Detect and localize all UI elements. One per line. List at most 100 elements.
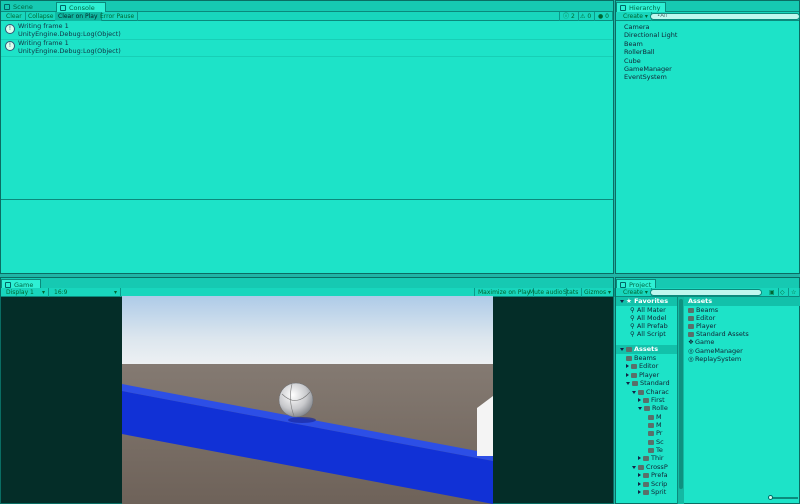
hierarchy-item-directional-light[interactable]: Directional Light xyxy=(624,31,677,39)
chevron-right-icon xyxy=(638,456,641,460)
info-toggle[interactable]: ⓘ 2 xyxy=(559,12,579,21)
favorite-item[interactable]: ⚲ All Prefab xyxy=(630,322,668,330)
chevron-down-icon xyxy=(632,466,636,469)
asset-item[interactable]: Beams xyxy=(688,306,718,314)
tab-scene[interactable]: Scene xyxy=(1,2,37,12)
warning-toggle[interactable]: ⚠ 0 xyxy=(577,12,596,21)
folder-icon xyxy=(643,456,649,461)
assets-tree-header[interactable]: Assets xyxy=(616,345,677,354)
project-tree: ★ Favorites ⚲ All Mater ⚲ All Model ⚲ Al… xyxy=(616,297,678,504)
ball-shadow xyxy=(288,417,316,423)
hierarchy-item-beam[interactable]: Beam xyxy=(624,40,643,48)
favorite-item[interactable]: ⚲ All Mater xyxy=(630,306,666,314)
favorite-item[interactable]: ⚲ All Model xyxy=(630,314,666,322)
asset-item[interactable]: ❖Game xyxy=(688,338,714,346)
collapse-button[interactable]: Collapse xyxy=(25,12,58,21)
asset-item[interactable]: ◎ReplaySystem xyxy=(688,355,741,363)
scrollbar-thumb[interactable] xyxy=(679,299,683,489)
tab-console[interactable]: Console xyxy=(56,2,106,12)
tree-item[interactable]: Thir xyxy=(638,454,664,462)
tree-item[interactable]: Rolle xyxy=(638,404,668,412)
chevron-right-icon xyxy=(626,373,629,377)
hierarchy-item-eventsystem[interactable]: EventSystem xyxy=(624,73,667,81)
tree-item[interactable]: Te xyxy=(648,446,663,454)
folder-icon xyxy=(648,448,654,453)
star-icon: ★ xyxy=(626,297,632,305)
hierarchy-item-cube[interactable]: Cube xyxy=(624,57,641,65)
favorites-header[interactable]: ★ Favorites xyxy=(616,297,677,306)
chevron-down-icon xyxy=(626,382,630,385)
folder-icon xyxy=(632,381,638,386)
project-toolbar: Create ▾ ▣ ◇ ☆ xyxy=(616,288,800,297)
stats-button[interactable]: Stats xyxy=(560,288,583,297)
aspect-select[interactable]: 16:9 ▾ xyxy=(51,288,121,297)
log-entry[interactable]: ! Writing frame 1 UnityEngine.Debug:Log(… xyxy=(1,38,613,57)
chevron-down-icon: ▾ xyxy=(113,289,117,296)
game-panel: Game Display 1 ▾ 16:9 ▾ Maximize on Play… xyxy=(0,277,616,504)
chevron-down-icon xyxy=(632,391,636,394)
hierarchy-panel: Hierarchy Create ▾ •All Camera Direction… xyxy=(615,0,800,274)
hierarchy-item-gamemanager[interactable]: GameManager xyxy=(624,65,672,73)
console-detail-divider[interactable] xyxy=(1,199,613,200)
assets-breadcrumb[interactable]: Assets xyxy=(684,297,800,306)
game-viewport[interactable] xyxy=(122,296,493,504)
csharp-script-icon: ◎ xyxy=(688,355,694,363)
create-button[interactable]: Create ▾ xyxy=(620,288,652,297)
gizmos-button[interactable]: Gizmos ▾ xyxy=(581,288,616,297)
folder-icon xyxy=(644,406,650,411)
error-pause-button[interactable]: Error Pause xyxy=(97,12,139,21)
folder-icon xyxy=(638,465,644,470)
chevron-down-icon: ▾ xyxy=(41,289,45,296)
tree-item[interactable]: M xyxy=(648,421,662,429)
chevron-down-icon: ▾ xyxy=(644,13,648,20)
filter-label-icon[interactable]: ◇ xyxy=(777,288,789,297)
icon-size-slider[interactable] xyxy=(768,495,798,500)
project-search-input[interactable] xyxy=(650,289,762,296)
search-icon: ⚲ xyxy=(630,322,635,330)
display-select[interactable]: Display 1 ▾ xyxy=(3,288,49,297)
folder-icon xyxy=(638,390,644,395)
chevron-right-icon xyxy=(638,398,641,402)
search-icon: ⚲ xyxy=(630,330,635,338)
tree-item[interactable]: Sc xyxy=(648,438,664,446)
tree-item[interactable]: First xyxy=(638,396,665,404)
assets-view: Assets Beams Editor Player Standard Asse… xyxy=(684,297,800,504)
hierarchy-search-input[interactable]: •All xyxy=(650,13,800,20)
tree-item[interactable]: Charac xyxy=(632,388,669,396)
folder-icon xyxy=(688,324,694,329)
hierarchy-item-rollerball[interactable]: RollerBall xyxy=(624,48,655,56)
log-message: Writing frame 1 xyxy=(18,22,69,30)
favorite-item[interactable]: ⚲ All Script xyxy=(630,330,666,338)
folder-icon xyxy=(643,490,649,495)
tree-item[interactable]: Scrip xyxy=(638,480,667,488)
console-toolbar: Clear Collapse Clear on Play Error Pause… xyxy=(1,12,613,21)
tree-item[interactable]: CrossP xyxy=(632,463,668,471)
asset-item[interactable]: Standard Assets xyxy=(688,330,749,338)
slider-thumb[interactable] xyxy=(768,495,773,500)
error-toggle[interactable]: ● 0 xyxy=(595,12,613,21)
folder-icon xyxy=(643,398,649,403)
log-message: Writing frame 1 xyxy=(18,39,69,47)
asset-item[interactable]: ◎GameManager xyxy=(688,347,743,355)
console-icon xyxy=(60,5,66,11)
create-button[interactable]: Create ▾ xyxy=(620,12,652,21)
hierarchy-item-camera[interactable]: Camera xyxy=(624,23,650,31)
tab-hierarchy[interactable]: Hierarchy xyxy=(616,2,666,12)
clear-on-play-button[interactable]: Clear on Play xyxy=(55,12,102,21)
tree-item[interactable]: Player xyxy=(626,371,659,379)
tree-item[interactable]: Sprit xyxy=(638,488,666,496)
sky xyxy=(122,296,493,366)
tree-item[interactable]: M xyxy=(648,413,662,421)
tree-item[interactable]: Beams xyxy=(626,354,656,362)
game-scene xyxy=(122,296,493,504)
clear-button[interactable]: Clear xyxy=(3,12,26,21)
tree-item[interactable]: Standard xyxy=(626,379,670,387)
asset-item[interactable]: Player xyxy=(688,322,716,330)
tree-item[interactable]: Pr xyxy=(648,429,662,437)
asset-item[interactable]: Editor xyxy=(688,314,715,322)
tree-item[interactable]: Prefa xyxy=(638,471,668,479)
chevron-right-icon xyxy=(638,482,641,486)
tree-item[interactable]: Editor xyxy=(626,362,658,370)
star-icon[interactable]: ☆ xyxy=(788,288,800,297)
console-tabbar: Scene Console xyxy=(1,1,613,12)
